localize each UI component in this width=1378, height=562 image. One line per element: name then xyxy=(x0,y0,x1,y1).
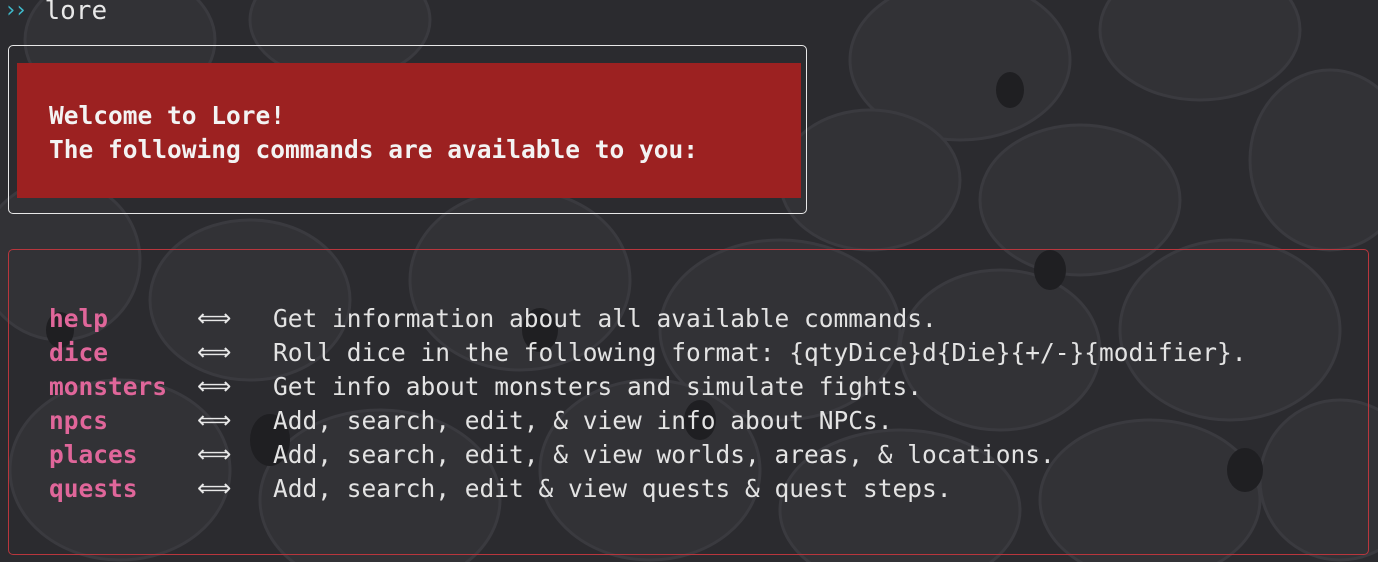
commands-box: help ⟺ Get information about all availab… xyxy=(8,249,1369,555)
double-arrow-icon: ⟺ xyxy=(197,304,232,332)
command-row-dice: dice ⟺ Roll dice in the following format… xyxy=(49,335,1247,369)
command-description: Get info about monsters and simulate fig… xyxy=(273,371,923,401)
command-name: help xyxy=(49,303,109,333)
double-arrow-icon: ⟺ xyxy=(197,338,232,366)
command-row-npcs: npcs ⟺ Add, search, edit, & view info ab… xyxy=(49,403,1247,437)
welcome-box: Welcome to Lore! The following commands … xyxy=(8,45,807,214)
terminal-window: ›› lore Welcome to Lore! The following c… xyxy=(0,0,1378,562)
command-name: npcs xyxy=(49,405,109,435)
prompt-arrow-icon: ›› xyxy=(4,0,27,23)
command-row-help: help ⟺ Get information about all availab… xyxy=(49,301,1247,335)
command-row-monsters: monsters ⟺ Get info about monsters and s… xyxy=(49,369,1247,403)
command-description: Get information about all available comm… xyxy=(273,303,937,333)
double-arrow-icon: ⟺ xyxy=(197,406,232,434)
command-description: Add, search, edit, & view worlds, areas,… xyxy=(273,439,1055,469)
commands-list: help ⟺ Get information about all availab… xyxy=(49,301,1247,505)
welcome-title: Welcome to Lore! xyxy=(49,101,286,130)
double-arrow-icon: ⟺ xyxy=(197,474,232,502)
command-description: Roll dice in the following format: {qtyD… xyxy=(273,337,1247,367)
command-description: Add, search, edit, & view info about NPC… xyxy=(273,405,893,435)
command-row-places: places ⟺ Add, search, edit, & view world… xyxy=(49,437,1247,471)
prompt-command: lore xyxy=(44,0,108,26)
command-name: quests xyxy=(49,473,138,503)
double-arrow-icon: ⟺ xyxy=(197,372,232,400)
command-name: dice xyxy=(49,337,109,367)
double-arrow-icon: ⟺ xyxy=(197,440,232,468)
welcome-banner: Welcome to Lore! The following commands … xyxy=(17,63,801,198)
command-row-quests: quests ⟺ Add, search, edit & view quests… xyxy=(49,471,1247,505)
command-name: places xyxy=(49,439,138,469)
command-description: Add, search, edit & view quests & quest … xyxy=(273,473,952,503)
welcome-subtitle: The following commands are available to … xyxy=(49,135,699,164)
command-name: monsters xyxy=(49,371,168,401)
prompt-line: ›› lore xyxy=(4,0,107,28)
